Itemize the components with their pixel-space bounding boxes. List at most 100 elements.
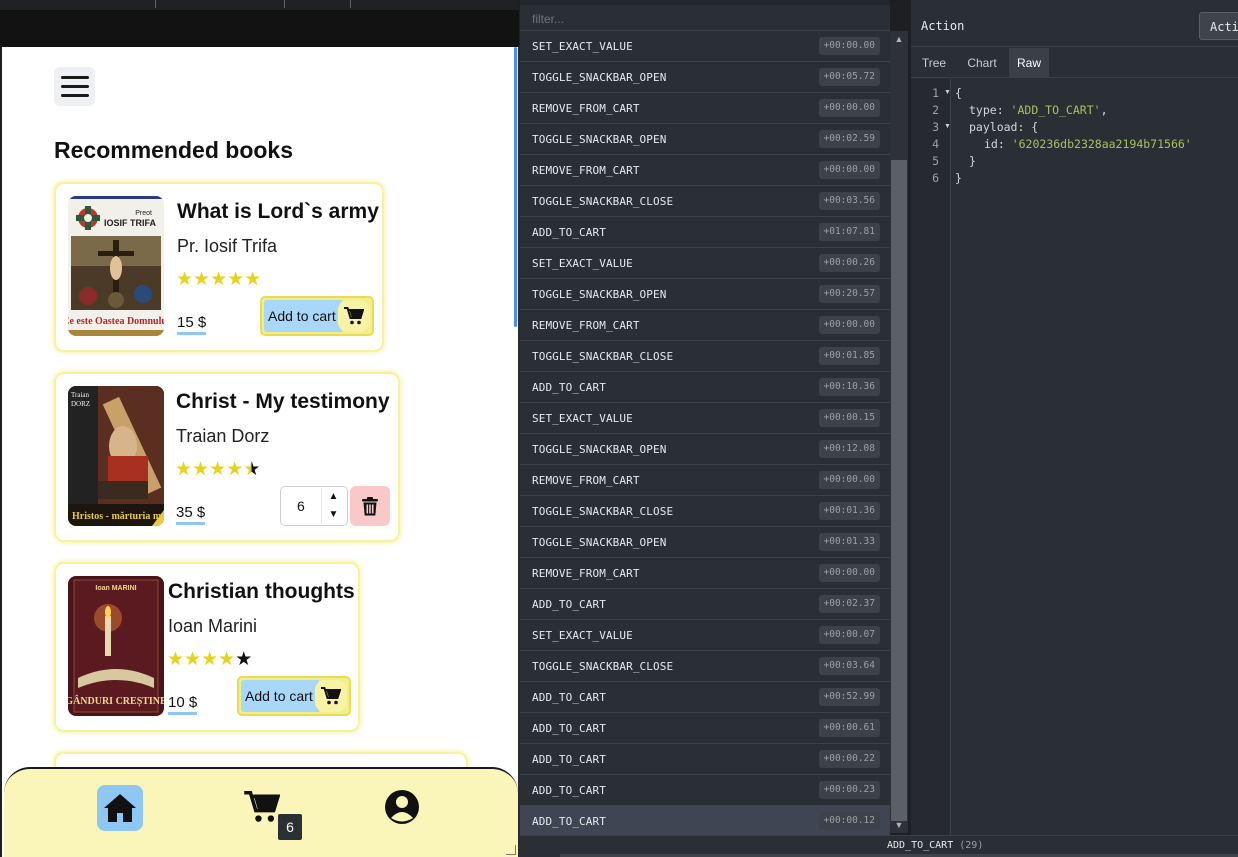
action-name: SET_EXACT_VALUE bbox=[532, 629, 633, 642]
line-number: 2 bbox=[932, 103, 939, 117]
tab-chart[interactable]: Chart bbox=[957, 48, 1007, 78]
action-list-item[interactable]: ADD_TO_CART +00:00.12 bbox=[520, 806, 890, 837]
action-list-item[interactable]: REMOVE_FROM_CART +00:00.00 bbox=[520, 155, 890, 186]
fold-arrow-icon[interactable]: ▼ bbox=[944, 123, 951, 130]
action-list-item[interactable]: TOGGLE_SNACKBAR_OPEN +00:05.72 bbox=[520, 62, 890, 93]
book-title[interactable]: What is Lord`s army bbox=[177, 200, 379, 224]
action-timestamp: +00:01.85 bbox=[818, 347, 880, 365]
book-card[interactable]: Traian DORZ Hristos - mărturia m Christ … bbox=[54, 372, 400, 542]
scroll-down-arrow-icon[interactable]: ▼ bbox=[890, 817, 908, 833]
quantity-stepper[interactable]: 6 ▲ ▼ bbox=[280, 486, 348, 526]
menu-icon-bar bbox=[60, 94, 89, 97]
action-list-item[interactable]: TOGGLE_SNACKBAR_CLOSE +00:03.64 bbox=[520, 651, 890, 682]
increment-arrow-icon[interactable]: ▲ bbox=[322, 488, 345, 506]
app-scrollbar[interactable] bbox=[514, 47, 517, 327]
cover-text: Ce este Oastea Domnului bbox=[68, 316, 164, 327]
action-timestamp: +00:52.99 bbox=[818, 688, 880, 706]
action-name: REMOVE_FROM_CART bbox=[532, 474, 640, 487]
action-list-item[interactable]: REMOVE_FROM_CART +00:00.00 bbox=[520, 310, 890, 341]
action-list-item[interactable]: TOGGLE_SNACKBAR_OPEN +00:02.59 bbox=[520, 124, 890, 155]
toolbar-separator bbox=[350, 0, 351, 8]
code-key: payload: { bbox=[969, 120, 1039, 134]
cover-text: GÂNDURI CREȘTINE bbox=[68, 695, 164, 707]
cover-text: DORZ bbox=[71, 400, 90, 408]
resize-grip-icon[interactable] bbox=[506, 845, 516, 855]
user-circle-icon bbox=[385, 790, 419, 824]
star-icon: ★ bbox=[175, 459, 193, 480]
code-gutter bbox=[911, 79, 951, 835]
action-list-item[interactable]: ADD_TO_CART +00:00.22 bbox=[520, 744, 890, 775]
action-list-item[interactable]: ADD_TO_CART +00:00.61 bbox=[520, 713, 890, 744]
action-timestamp: +00:00.12 bbox=[818, 812, 880, 830]
action-name: ADD_TO_CART bbox=[532, 598, 606, 611]
action-name: TOGGLE_SNACKBAR_CLOSE bbox=[532, 505, 674, 518]
action-list-item[interactable]: SET_EXACT_VALUE +00:00.15 bbox=[520, 403, 890, 434]
action-name: TOGGLE_SNACKBAR_OPEN bbox=[532, 133, 667, 146]
fold-arrow-icon[interactable]: ▼ bbox=[944, 89, 951, 96]
quantity-arrows: ▲ ▼ bbox=[321, 488, 345, 524]
nav-cart-button[interactable] bbox=[242, 787, 282, 827]
action-timestamp: +00:05.72 bbox=[818, 68, 880, 86]
star-rating: ★★★★★ bbox=[167, 650, 252, 669]
scrollbar-thumb[interactable] bbox=[891, 160, 907, 821]
scroll-up-arrow-icon[interactable]: ▲ bbox=[890, 31, 908, 47]
star-icon: ★ bbox=[184, 649, 202, 670]
star-icon: ★ bbox=[210, 269, 228, 290]
star-icon: ★ bbox=[176, 269, 194, 290]
line-number: 5 bbox=[932, 154, 939, 168]
action-list-item[interactable]: TOGGLE_SNACKBAR_CLOSE +00:01.85 bbox=[520, 341, 890, 372]
action-list-item[interactable]: SET_EXACT_VALUE +00:00.00 bbox=[520, 31, 890, 62]
toolbar-separator bbox=[284, 0, 285, 8]
nav-profile-button[interactable] bbox=[382, 787, 422, 827]
menu-icon-bar bbox=[60, 85, 89, 88]
action-list-item[interactable]: ADD_TO_CART +00:00.23 bbox=[520, 775, 890, 806]
code-line: id: '620236db2328aa2194b71566' bbox=[984, 137, 1192, 151]
device-top-bar bbox=[0, 10, 519, 47]
action-name: SET_EXACT_VALUE bbox=[532, 412, 633, 425]
star-icon: ★ bbox=[192, 459, 210, 480]
action-toggle-button[interactable]: Acti bbox=[1199, 12, 1238, 40]
book-title[interactable]: Christian thoughts bbox=[168, 580, 355, 604]
tab-tree[interactable]: Tree bbox=[911, 48, 957, 78]
hamburger-menu-button[interactable] bbox=[54, 67, 95, 106]
book-card[interactable]: Ioan MARINI GÂNDURI CREȘTINE Christian t… bbox=[54, 562, 360, 732]
action-list-item[interactable]: SET_EXACT_VALUE +00:00.07 bbox=[520, 620, 890, 651]
remove-from-cart-button[interactable] bbox=[350, 486, 390, 526]
action-list-item[interactable]: TOGGLE_SNACKBAR_OPEN +00:20.57 bbox=[520, 279, 890, 310]
code-token: { bbox=[955, 86, 962, 100]
action-list-item[interactable]: TOGGLE_SNACKBAR_CLOSE +00:03.56 bbox=[520, 186, 890, 217]
code-token: } bbox=[969, 154, 976, 168]
add-to-cart-button[interactable]: Add to cart bbox=[260, 296, 374, 336]
action-timestamp: +00:03.64 bbox=[818, 657, 880, 675]
action-list-scrollbar[interactable]: ▲ ▼ bbox=[890, 31, 908, 833]
book-title[interactable]: Christ - My testimony bbox=[176, 390, 390, 414]
action-list-item[interactable]: ADD_TO_CART +00:02.37 bbox=[520, 589, 890, 620]
action-list-item[interactable]: SET_EXACT_VALUE +00:00.26 bbox=[520, 248, 890, 279]
star-icon: ★ bbox=[201, 649, 219, 670]
book-card[interactable]: Preot IOSIF TRIFA Ce este Oastea Domnulu… bbox=[54, 182, 384, 352]
action-name: ADD_TO_CART bbox=[532, 691, 606, 704]
action-list-item[interactable]: REMOVE_FROM_CART +00:00.00 bbox=[520, 558, 890, 589]
action-list-item[interactable]: TOGGLE_SNACKBAR_CLOSE +00:01.36 bbox=[520, 496, 890, 527]
action-list-item[interactable]: REMOVE_FROM_CART +00:00.00 bbox=[520, 465, 890, 496]
action-list-item[interactable]: ADD_TO_CART +00:10.36 bbox=[520, 372, 890, 403]
action-list-item[interactable]: TOGGLE_SNACKBAR_OPEN +00:12.08 bbox=[520, 434, 890, 465]
devtools-footer: ADD_TO_CART (29) bbox=[520, 835, 1238, 857]
action-list-item[interactable]: REMOVE_FROM_CART +00:00.00 bbox=[520, 93, 890, 124]
book-price: 35 $ bbox=[176, 504, 206, 525]
action-name: TOGGLE_SNACKBAR_OPEN bbox=[532, 536, 667, 549]
tab-raw[interactable]: Raw bbox=[1009, 48, 1049, 78]
action-list-item[interactable]: ADD_TO_CART +00:52.99 bbox=[520, 682, 890, 713]
nav-home-button[interactable] bbox=[97, 785, 143, 831]
action-list-item[interactable]: TOGGLE_SNACKBAR_OPEN +00:01.33 bbox=[520, 527, 890, 558]
action-list-item[interactable]: ADD_TO_CART +01:07.81 bbox=[520, 217, 890, 248]
filter-input[interactable]: filter... bbox=[520, 5, 890, 31]
action-timestamp: +00:00.00 bbox=[818, 99, 880, 117]
action-name: ADD_TO_CART bbox=[532, 226, 606, 239]
action-name: TOGGLE_SNACKBAR_CLOSE bbox=[532, 660, 674, 673]
devtools-action-list: filter... SET_EXACT_VALUE +00:00.00 TOGGLE… bbox=[520, 0, 890, 837]
decrement-arrow-icon[interactable]: ▼ bbox=[322, 506, 345, 524]
add-to-cart-button[interactable]: Add to cart bbox=[237, 676, 351, 716]
book-cover-image: Traian DORZ Hristos - mărturia m bbox=[68, 386, 164, 526]
action-timestamp: +00:00.00 bbox=[818, 37, 880, 55]
